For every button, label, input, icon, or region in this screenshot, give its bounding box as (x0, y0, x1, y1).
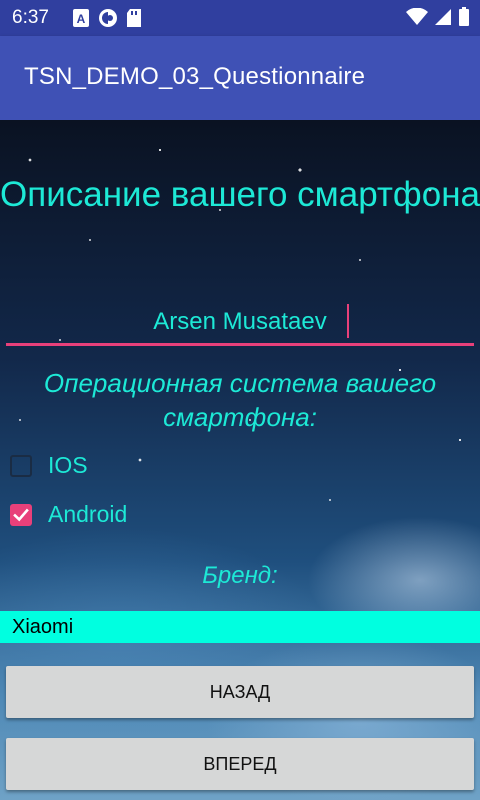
next-button[interactable]: ВПЕРЕД (6, 738, 474, 790)
name-input-field[interactable]: Arsen Musataev (6, 296, 474, 346)
ios-checkbox-label[interactable]: IOS (48, 452, 88, 479)
os-question-label: Операционная система вашего смартфона: (43, 368, 437, 432)
status-time: 6:37 (12, 7, 49, 28)
status-icons-right (406, 7, 470, 27)
app-title: TSN_DEMO_03_Questionnaire (24, 63, 366, 90)
wifi-icon (406, 8, 428, 25)
checkbox-row-ios[interactable]: IOS (10, 452, 88, 479)
brand-label: Бренд: (202, 562, 278, 589)
sd-card-icon (127, 9, 141, 27)
name-input[interactable]: Arsen Musataev (6, 308, 474, 336)
checkbox-row-android[interactable]: Android (10, 501, 127, 528)
form-container: Описание вашего смартфона Arsen Musataev… (0, 120, 480, 800)
brand-dropdown-value[interactable]: Xiaomi (12, 616, 73, 639)
brand-dropdown[interactable]: Xiaomi (0, 611, 480, 643)
signal-icon (435, 9, 451, 25)
a-notification-icon: A (73, 9, 89, 27)
page-title: Описание вашего смартфона (0, 175, 480, 214)
back-button[interactable]: НАЗАД (6, 666, 474, 718)
android-checkbox-label[interactable]: Android (48, 501, 127, 528)
sync-circle-icon (99, 9, 117, 27)
ios-checkbox[interactable] (10, 454, 32, 477)
android-checkbox[interactable] (10, 503, 32, 526)
checkmark-icon (13, 508, 29, 521)
battery-icon (459, 7, 469, 26)
app-bar: TSN_DEMO_03_Questionnaire (0, 36, 480, 120)
status-icons-left: A (72, 8, 142, 28)
text-cursor (347, 304, 349, 338)
svg-text:A: A (77, 12, 86, 26)
status-bar: 6:37 A (0, 0, 480, 36)
